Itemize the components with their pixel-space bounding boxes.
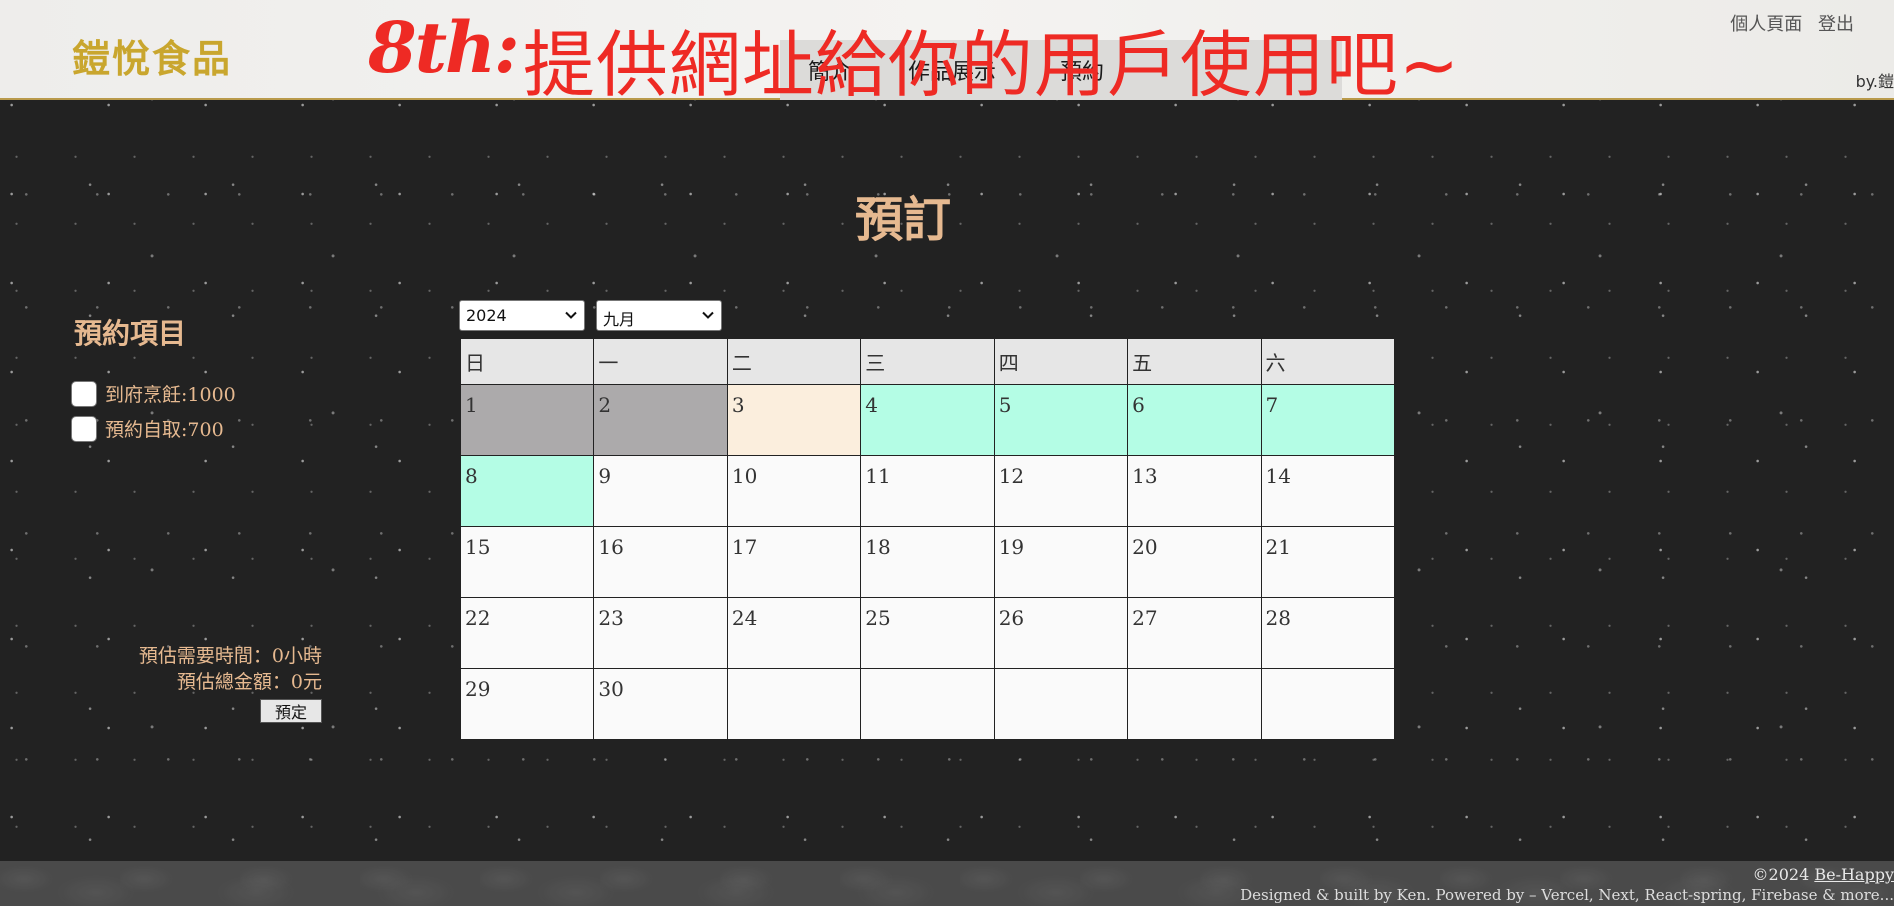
profile-link[interactable]: 個人頁面	[1730, 14, 1802, 35]
calendar-empty-cell	[993, 668, 1129, 740]
calendar-day-cell[interactable]: 18	[860, 526, 995, 598]
calendar-day-cell[interactable]: 11	[860, 455, 995, 527]
calendar-day-cell[interactable]: 21	[1260, 526, 1396, 598]
be-happy-link[interactable]: Be-Happy	[1814, 865, 1894, 884]
calendar-day-cell[interactable]: 25	[860, 597, 995, 669]
month-select[interactable]: 九月	[596, 300, 722, 331]
calendar-day-cell[interactable]: 26	[993, 597, 1129, 669]
weekday-header-row: 日 一 二 三 四 五 六	[459, 338, 1396, 385]
calendar-empty-cell	[860, 668, 995, 740]
calendar-day-cell[interactable]: 16	[593, 526, 728, 598]
option-self-pickup[interactable]: 預約自取:700	[71, 415, 224, 442]
calendar-day-cell[interactable]: 2	[593, 384, 728, 456]
calendar-day-cell[interactable]: 14	[1260, 455, 1396, 527]
self-pickup-label: 預約自取:700	[105, 419, 224, 441]
brand-logo[interactable]: 鎧悅食品	[72, 28, 232, 83]
weekday-header: 二	[726, 338, 862, 385]
calendar-day-cell[interactable]: 3	[726, 384, 862, 456]
calendar-empty-cell	[726, 668, 862, 740]
calendar-day-cell[interactable]: 6	[1127, 384, 1262, 456]
user-links: 個人頁面 登出	[1720, 10, 1854, 36]
booking-calendar: 日 一 二 三 四 五 六 1 2 3 4 5 6 7 8 9 10 11 12 13 14 15 16 17 1…	[459, 338, 1396, 740]
estimate-time: 預估需要時間：0小時	[138, 645, 322, 667]
calendar-day-cell[interactable]: 8	[459, 455, 595, 527]
logout-link[interactable]: 登出	[1818, 14, 1854, 35]
promo-tag: 8th:	[368, 6, 520, 89]
calendar-empty-cell	[1260, 668, 1396, 740]
copyright-year: ©2024	[1752, 865, 1810, 884]
calendar-day-cell[interactable]: 15	[459, 526, 595, 598]
year-select-value: 2024	[466, 306, 507, 325]
calendar-week-row: 1234567	[459, 384, 1396, 456]
calendar-day-cell[interactable]: 1	[459, 384, 595, 456]
weekday-header: 四	[993, 338, 1129, 385]
calendar-week-row: 15 16 17 18 19 20 21	[459, 526, 1396, 598]
booking-items-title: 預約項目	[74, 317, 187, 350]
calendar-day-cell[interactable]: 24	[726, 597, 862, 669]
site-header: 鎧悅食品 簡介 作品展示 預約 8th: 提供網址給你的用戶使用吧~ 個人頁面 …	[0, 0, 1894, 107]
chevron-down-icon	[702, 311, 714, 319]
weekday-header: 六	[1260, 338, 1396, 385]
calendar-day-cell[interactable]: 12	[993, 455, 1129, 527]
year-select[interactable]: 2024	[459, 300, 585, 331]
self-pickup-checkbox[interactable]	[71, 415, 97, 442]
calendar-week-row: 22 23 24 25 26 27 28	[459, 597, 1396, 669]
home-cooking-label: 到府烹飪:1000	[105, 384, 236, 406]
calendar-day-cell[interactable]: 28	[1260, 597, 1396, 669]
calendar-week-row: 29 30	[459, 668, 1396, 740]
weekday-header: 日	[459, 338, 595, 385]
calendar-day-cell[interactable]: 13	[1127, 455, 1262, 527]
nav-item-works[interactable]: 作品展示	[908, 54, 996, 86]
calendar-body: 1 2 3 4 5 6 7 8 9 10 11 12 13 14 15 16 17 18 19 20 21 22 23 24 2…	[459, 384, 1396, 740]
main-nav: 簡介 作品展示 預約	[780, 40, 1342, 100]
calendar-day-cell[interactable]: 27	[1127, 597, 1262, 669]
calendar-day-cell[interactable]: 17	[726, 526, 862, 598]
home-cooking-checkbox[interactable]	[71, 380, 97, 407]
footer-credits: Designed & built by Ken. Powered by – Ve…	[1240, 886, 1894, 904]
nav-item-booking[interactable]: 預約	[1060, 54, 1104, 86]
reserve-button[interactable]: 預定	[260, 699, 322, 723]
calendar-day-cell[interactable]: 4	[860, 384, 995, 456]
copyright: ©2024 Be-Happy	[1753, 865, 1894, 884]
calendar-day-cell[interactable]: 7	[1260, 384, 1396, 456]
chevron-down-icon	[565, 311, 577, 319]
calendar-day-cell[interactable]: 10	[726, 455, 862, 527]
nav-item-intro[interactable]: 簡介	[808, 54, 852, 86]
calendar-day-cell[interactable]: 5	[993, 384, 1129, 456]
calendar-day-cell[interactable]: 20	[1127, 526, 1262, 598]
calendar-day-cell[interactable]: 19	[993, 526, 1129, 598]
calendar-day-cell[interactable]: 22	[459, 597, 595, 669]
weekday-header: 一	[593, 338, 728, 385]
calendar-day-cell[interactable]: 9	[593, 455, 728, 527]
byline: by.鎧	[1855, 72, 1894, 91]
calendar-day-cell[interactable]: 29	[459, 668, 595, 740]
calendar-empty-cell	[1127, 668, 1262, 740]
estimate-total: 預估總金額：0元	[176, 671, 322, 693]
calendar-week-row: 8 9 10 11 12 13 14	[459, 455, 1396, 527]
page-title: 預訂	[854, 192, 951, 248]
option-home-cooking[interactable]: 到府烹飪:1000	[71, 380, 236, 407]
calendar-day-cell[interactable]: 23	[593, 597, 728, 669]
weekday-header: 五	[1127, 338, 1262, 385]
calendar-day-cell[interactable]: 30	[593, 668, 728, 740]
site-footer: ©2024 Be-Happy Designed & built by Ken. …	[0, 861, 1894, 906]
month-select-value: 九月	[603, 310, 636, 329]
weekday-header: 三	[860, 338, 995, 385]
